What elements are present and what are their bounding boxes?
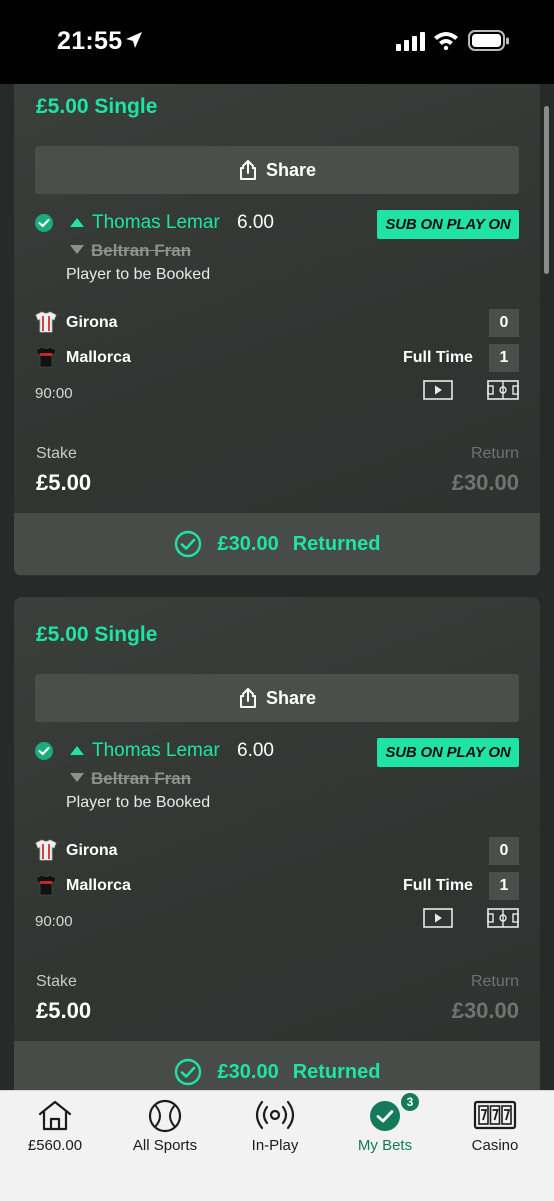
match-clock: 90:00 xyxy=(35,385,73,402)
substituted-selection: Beltran Fran xyxy=(91,241,192,260)
returned-amount: £30.00 xyxy=(217,1060,279,1083)
sub-on-play-on-badge: SUB ON PLAY ON xyxy=(377,210,519,239)
returned-check-icon xyxy=(174,530,201,558)
girona-shirt-icon xyxy=(35,839,57,861)
bet-title: £5.00 Single xyxy=(36,95,158,118)
match-status: Full Time xyxy=(403,877,473,894)
nav-item-my-bets[interactable]: 3 My Bets xyxy=(330,1091,440,1161)
away-team-name: Mallorca xyxy=(66,877,131,894)
away-score: 1 xyxy=(489,872,519,900)
sub-on-play-on-badge: SUB ON PLAY ON xyxy=(377,738,519,767)
stake-value: £5.00 xyxy=(36,998,92,1023)
stake-value: £5.00 xyxy=(36,470,92,495)
won-check-icon xyxy=(35,742,53,760)
returned-label: Returned xyxy=(292,1060,381,1083)
selection-name: Thomas Lemar xyxy=(92,740,220,761)
market-name: Player to be Booked xyxy=(66,794,211,811)
status-bar: 21:55 xyxy=(0,0,554,84)
market-name: Player to be Booked xyxy=(66,266,211,283)
stake-label: Stake xyxy=(36,973,77,990)
my-bets-count-badge: 3 xyxy=(401,1093,419,1111)
share-button[interactable]: Share xyxy=(35,146,519,194)
away-team-name: Mallorca xyxy=(66,349,131,366)
nav-label-all-sports: All Sports xyxy=(132,1137,198,1154)
match-tracker-pitch-icon[interactable] xyxy=(487,380,519,400)
nav-label-in-play: In-Play xyxy=(251,1137,299,1154)
return-value: £30.00 xyxy=(451,998,519,1023)
share-icon xyxy=(239,160,256,180)
wifi-icon xyxy=(434,32,458,50)
location-arrow-icon xyxy=(126,32,142,48)
share-button[interactable]: Share xyxy=(35,674,519,722)
returned-amount: £30.00 xyxy=(217,532,279,555)
battery-icon xyxy=(468,30,509,51)
sub-off-arrow-icon xyxy=(70,245,84,254)
home-team-name: Girona xyxy=(66,842,118,859)
share-label: Share xyxy=(265,687,317,708)
away-score: 1 xyxy=(489,344,519,372)
nav-item-balance[interactable]: £560.00 xyxy=(0,1091,110,1161)
selection-odds: 6.00 xyxy=(237,212,274,233)
mallorca-shirt-icon xyxy=(35,874,57,896)
nav-label-casino: Casino xyxy=(471,1137,519,1154)
sub-on-arrow-icon xyxy=(70,218,84,227)
substituted-selection: Beltran Fran xyxy=(91,769,192,788)
won-check-icon xyxy=(35,214,53,232)
sub-on-arrow-icon xyxy=(70,746,84,755)
returned-banner: £30.00 Returned xyxy=(14,513,540,575)
check-circle-icon xyxy=(370,1101,400,1131)
home-score: 0 xyxy=(489,309,519,337)
ball-icon xyxy=(148,1099,182,1133)
returned-check-icon xyxy=(174,1058,201,1086)
returned-label: Returned xyxy=(292,532,381,555)
watch-video-icon[interactable] xyxy=(423,380,453,400)
selection-name: Thomas Lemar xyxy=(92,212,220,233)
match-status: Full Time xyxy=(403,349,473,366)
match-clock: 90:00 xyxy=(35,913,73,930)
return-label: Return xyxy=(470,445,519,462)
nav-item-in-play[interactable]: In-Play xyxy=(220,1091,330,1161)
share-label: Share xyxy=(265,159,317,180)
return-value: £30.00 xyxy=(451,470,519,495)
home-icon xyxy=(38,1100,72,1131)
bet-title: £5.00 Single xyxy=(36,623,158,646)
bets-list[interactable]: £5.00 Single Share Thomas Lemar 6.00 SUB… xyxy=(0,84,554,1090)
bottom-nav: £560.00 All Sports In-Play 3 My Bets Cas… xyxy=(0,1090,554,1201)
mallorca-shirt-icon xyxy=(35,346,57,368)
nav-label-balance: £560.00 xyxy=(27,1137,83,1154)
selection-odds: 6.00 xyxy=(237,740,274,761)
match-tracker-pitch-icon[interactable] xyxy=(487,908,519,928)
return-label: Return xyxy=(470,973,519,990)
bet-card: £5.00 Single Share Thomas Lemar 6.00 SUB… xyxy=(14,597,540,1090)
slot-machine-icon xyxy=(473,1100,517,1130)
returned-banner: £30.00 Returned xyxy=(14,1041,540,1090)
bet-card: £5.00 Single Share Thomas Lemar 6.00 SUB… xyxy=(14,84,540,576)
watch-video-icon[interactable] xyxy=(423,908,453,928)
sub-off-arrow-icon xyxy=(70,773,84,782)
girona-shirt-icon xyxy=(35,311,57,333)
nav-label-my-bets: My Bets xyxy=(357,1137,413,1154)
home-team-name: Girona xyxy=(66,314,118,331)
nav-item-casino[interactable]: Casino xyxy=(440,1091,550,1161)
nav-item-all-sports[interactable]: All Sports xyxy=(110,1091,220,1161)
status-time: 21:55 xyxy=(57,27,123,55)
home-score: 0 xyxy=(489,837,519,865)
live-broadcast-icon xyxy=(255,1100,295,1130)
share-icon xyxy=(239,688,256,708)
scrollbar[interactable] xyxy=(544,106,549,274)
stake-label: Stake xyxy=(36,445,77,462)
cellular-signal-icon xyxy=(396,32,425,51)
